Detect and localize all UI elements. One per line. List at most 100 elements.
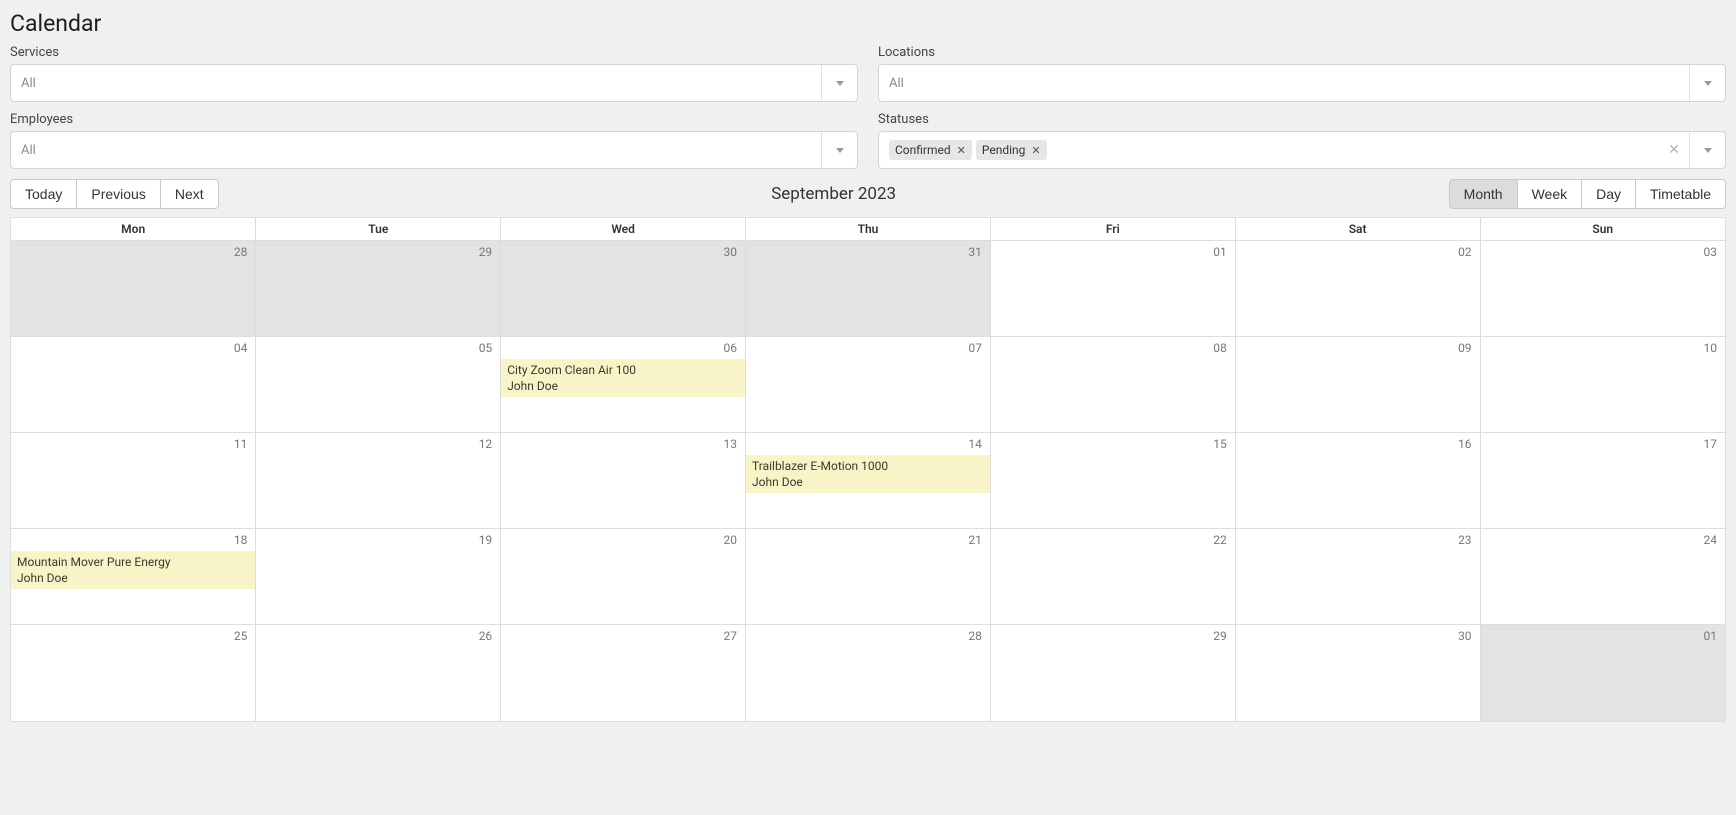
day-number: 15 xyxy=(1213,437,1227,451)
day-number: 27 xyxy=(724,629,738,643)
day-number: 18 xyxy=(234,533,248,547)
calendar-day-cell[interactable]: 27 xyxy=(501,625,746,721)
calendar-day-cell[interactable]: 18 Mountain Mover Pure EnergyJohn Doe xyxy=(11,529,256,625)
calendar-day-cell[interactable]: 13 xyxy=(501,433,746,529)
day-number: 28 xyxy=(968,629,982,643)
calendar-day-cell[interactable]: 03 xyxy=(1480,241,1725,337)
calendar-container: Mon Tue Wed Thu Fri Sat Sun 282930310102… xyxy=(10,217,1726,722)
month-view-button[interactable]: Month xyxy=(1449,179,1518,209)
weekday-header: Fri xyxy=(990,218,1235,241)
calendar-day-cell[interactable]: 25 xyxy=(11,625,256,721)
day-number: 17 xyxy=(1704,437,1718,451)
day-number: 06 xyxy=(724,341,738,355)
calendar-week-row: 0405 06 City Zoom Clean Air 100John Doe 07 0… xyxy=(11,337,1725,433)
services-placeholder: All xyxy=(21,76,36,91)
calendar-day-cell[interactable]: 26 xyxy=(256,625,501,721)
calendar-day-cell[interactable]: 02 xyxy=(1235,241,1480,337)
remove-tag-icon[interactable]: ✕ xyxy=(1031,144,1040,157)
day-number: 16 xyxy=(1458,437,1472,451)
day-number: 02 xyxy=(1458,245,1472,259)
calendar-day-cell[interactable]: 06 City Zoom Clean Air 100John Doe xyxy=(501,337,746,433)
calendar-day-cell[interactable]: 21 xyxy=(746,529,991,625)
day-number: 21 xyxy=(968,533,982,547)
calendar-week-row: 18 Mountain Mover Pure EnergyJohn Doe19 20… xyxy=(11,529,1725,625)
calendar-day-cell[interactable]: 11 xyxy=(11,433,256,529)
calendar-day-cell[interactable]: 20 xyxy=(501,529,746,625)
locations-select[interactable]: All xyxy=(878,64,1726,102)
chevron-down-icon xyxy=(836,148,844,153)
calendar-event[interactable]: Mountain Mover Pure EnergyJohn Doe xyxy=(11,551,255,589)
week-view-button[interactable]: Week xyxy=(1518,179,1583,209)
calendar-week-row: 25 26 27 28 2930 01 xyxy=(11,625,1725,721)
day-number: 20 xyxy=(724,533,738,547)
day-number: 08 xyxy=(1213,341,1227,355)
services-select[interactable]: All xyxy=(10,64,858,102)
weekday-header-row: Mon Tue Wed Thu Fri Sat Sun xyxy=(11,218,1725,241)
status-tag-label: Confirmed xyxy=(895,143,951,157)
calendar-day-cell[interactable]: 12 xyxy=(256,433,501,529)
calendar-day-cell[interactable]: 19 xyxy=(256,529,501,625)
employees-select[interactable]: All xyxy=(10,131,858,169)
statuses-label: Statuses xyxy=(878,112,1726,127)
statuses-dropdown-indicator[interactable] xyxy=(1689,132,1725,168)
calendar-grid: Mon Tue Wed Thu Fri Sat Sun 282930310102… xyxy=(11,218,1725,721)
weekday-header: Thu xyxy=(746,218,991,241)
calendar-day-cell[interactable]: 22 xyxy=(990,529,1235,625)
day-number: 25 xyxy=(234,629,248,643)
calendar-day-cell[interactable]: 07 xyxy=(746,337,991,433)
calendar-day-cell[interactable]: 23 xyxy=(1235,529,1480,625)
filters-panel: Services All Locations All Employees All… xyxy=(10,45,1726,169)
employees-dropdown-indicator[interactable] xyxy=(821,132,857,168)
calendar-day-cell[interactable]: 17 xyxy=(1480,433,1725,529)
remove-tag-icon[interactable]: ✕ xyxy=(957,144,966,157)
calendar-day-cell[interactable]: 09 xyxy=(1235,337,1480,433)
weekday-header: Wed xyxy=(501,218,746,241)
calendar-day-cell[interactable]: 16 xyxy=(1235,433,1480,529)
event-title: City Zoom Clean Air 100 xyxy=(507,362,739,378)
page-title: Calendar xyxy=(10,10,1726,37)
calendar-day-cell[interactable]: 14 Trailblazer E-Motion 1000John Doe xyxy=(746,433,991,529)
day-number: 01 xyxy=(1704,629,1718,643)
locations-filter-group: Locations All xyxy=(878,45,1726,102)
calendar-day-cell[interactable]: 01 xyxy=(990,241,1235,337)
status-tag-label: Pending xyxy=(982,143,1026,157)
calendar-day-cell[interactable]: 04 xyxy=(11,337,256,433)
calendar-day-cell[interactable]: 29 xyxy=(990,625,1235,721)
chevron-down-icon xyxy=(836,81,844,86)
today-button[interactable]: Today xyxy=(10,179,77,209)
calendar-day-cell[interactable]: 08 xyxy=(990,337,1235,433)
services-label: Services xyxy=(10,45,858,60)
calendar-day-cell[interactable]: 10 xyxy=(1480,337,1725,433)
calendar-day-cell[interactable]: 31 xyxy=(746,241,991,337)
services-dropdown-indicator[interactable] xyxy=(821,65,857,101)
day-number: 14 xyxy=(968,437,982,451)
timetable-view-button[interactable]: Timetable xyxy=(1636,179,1726,209)
calendar-day-cell[interactable]: 28 xyxy=(746,625,991,721)
calendar-day-cell[interactable]: 01 xyxy=(1480,625,1725,721)
calendar-day-cell[interactable]: 29 xyxy=(256,241,501,337)
event-person: John Doe xyxy=(507,378,739,394)
calendar-event[interactable]: Trailblazer E-Motion 1000John Doe xyxy=(746,455,990,493)
calendar-event[interactable]: City Zoom Clean Air 100John Doe xyxy=(501,359,745,397)
calendar-day-cell[interactable]: 05 xyxy=(256,337,501,433)
employees-filter-group: Employees All xyxy=(10,112,858,169)
next-button[interactable]: Next xyxy=(161,179,219,209)
calendar-day-cell[interactable]: 24 xyxy=(1480,529,1725,625)
locations-dropdown-indicator[interactable] xyxy=(1689,65,1725,101)
event-title: Trailblazer E-Motion 1000 xyxy=(752,458,984,474)
day-number: 09 xyxy=(1458,341,1472,355)
employees-label: Employees xyxy=(10,112,858,127)
day-number: 07 xyxy=(968,341,982,355)
calendar-week-row: 1112 13 14 Trailblazer E-Motion 1000John Do… xyxy=(11,433,1725,529)
calendar-day-cell[interactable]: 30 xyxy=(1235,625,1480,721)
view-button-group: Month Week Day Timetable xyxy=(1449,179,1726,209)
day-number: 13 xyxy=(724,437,738,451)
statuses-clear-icon[interactable]: ✕ xyxy=(1659,132,1689,168)
calendar-day-cell[interactable]: 28 xyxy=(11,241,256,337)
statuses-select[interactable]: Confirmed ✕ Pending ✕ ✕ xyxy=(878,131,1726,169)
calendar-day-cell[interactable]: 15 xyxy=(990,433,1235,529)
previous-button[interactable]: Previous xyxy=(77,179,160,209)
day-view-button[interactable]: Day xyxy=(1582,179,1636,209)
calendar-day-cell[interactable]: 30 xyxy=(501,241,746,337)
weekday-header: Sun xyxy=(1480,218,1725,241)
